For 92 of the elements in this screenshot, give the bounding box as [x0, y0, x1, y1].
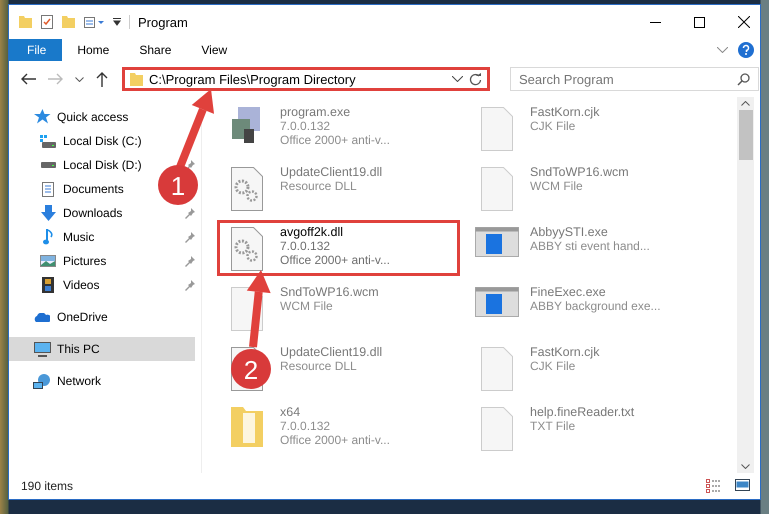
- file-detail: WCM File: [530, 179, 584, 193]
- file-detail: WCM File: [280, 299, 334, 313]
- step-number-badge: 2: [231, 349, 271, 389]
- nav-item[interactable]: Documents: [9, 177, 130, 201]
- file-name: avgoff2k.dll: [280, 225, 344, 239]
- nav-item[interactable]: OneDrive: [9, 305, 114, 329]
- scroll-thumb[interactable]: [738, 110, 752, 160]
- nav-item[interactable]: This PC: [9, 337, 195, 361]
- file-detail: 7.0.0.132: [280, 419, 332, 433]
- file-name: FastKorn.cjk: [530, 345, 600, 359]
- file-name: FineExec.exe: [530, 285, 607, 299]
- settings-file-icon: [231, 227, 263, 271]
- search-icon: [737, 73, 750, 86]
- scroll-up-icon[interactable]: [741, 101, 750, 106]
- file-name: program.exe: [280, 105, 352, 119]
- properties-icon[interactable]: [84, 16, 104, 28]
- pin-icon[interactable]: [185, 232, 195, 242]
- file-name: UpdateClient19.dll: [280, 345, 382, 359]
- file-detail: Office 2000+ anti-v...: [280, 133, 390, 147]
- globe-icon: [33, 374, 51, 388]
- window-icon: [475, 227, 519, 257]
- file-name: x64: [280, 405, 302, 419]
- star-icon: [33, 109, 51, 125]
- nav-item[interactable]: Music: [9, 225, 100, 249]
- search-field[interactable]: Search Program: [510, 67, 759, 91]
- cloud-icon: [33, 312, 51, 322]
- file-name: SndToWP16.wcm: [530, 165, 629, 179]
- file-detail: Office 2000+ anti-v...: [280, 253, 390, 267]
- nav-item[interactable]: Network: [9, 369, 108, 393]
- back-icon[interactable]: [21, 73, 36, 85]
- file-detail: CJK File: [530, 119, 576, 133]
- blank-file-icon: [481, 347, 513, 391]
- ribbon-tab[interactable]: Home: [62, 39, 124, 61]
- recent-dropdown-icon[interactable]: [75, 76, 84, 82]
- pin-icon[interactable]: [185, 208, 195, 218]
- file-item[interactable]: avgoff2k.dll 7.0.0.132 Office 2000+ anti-v...: [220, 223, 457, 273]
- pin-icon[interactable]: [185, 256, 195, 266]
- file-name: SndToWP16.wcm: [280, 285, 379, 299]
- ribbon-tab[interactable]: View: [186, 39, 242, 61]
- file-detail: CJK File: [530, 359, 576, 373]
- file-detail: ABBY background exe...: [530, 299, 661, 313]
- file-name: help.fineReader.txt: [530, 405, 634, 419]
- checklist-icon[interactable]: [41, 15, 53, 29]
- folder-icon: [130, 72, 143, 86]
- blank-file-icon: [481, 407, 513, 451]
- nav-item[interactable]: Quick access: [9, 105, 134, 129]
- file-detail: 7.0.0.132: [280, 119, 332, 133]
- ribbon-tab[interactable]: Share: [124, 39, 186, 61]
- help-icon[interactable]: [738, 42, 754, 58]
- dropdown-icon[interactable]: [113, 18, 121, 26]
- download-icon: [39, 205, 57, 221]
- blank-file-icon: [481, 107, 513, 151]
- settings-file-icon: [231, 167, 263, 211]
- monitor-icon: [33, 342, 51, 356]
- blank-file-icon: [481, 167, 513, 211]
- close-icon[interactable]: [738, 16, 750, 28]
- nav-item[interactable]: Downloads: [9, 201, 128, 225]
- drive-icon: [39, 162, 57, 168]
- details-view-icon[interactable]: [706, 479, 721, 493]
- folder-icon: [231, 407, 263, 447]
- item-count: 190 items: [21, 479, 74, 493]
- large-icons-view-icon[interactable]: [735, 479, 750, 493]
- address-bar[interactable]: C:\Program Files\Program Directory: [122, 67, 490, 91]
- refresh-icon[interactable]: [469, 72, 482, 86]
- file-detail: 7.0.0.132: [280, 239, 332, 253]
- scrollbar[interactable]: [737, 97, 754, 473]
- scroll-down-icon[interactable]: [741, 464, 750, 469]
- file-detail: Resource DLL: [280, 179, 358, 193]
- file-detail: TXT File: [530, 419, 576, 433]
- maximize-icon[interactable]: [694, 16, 705, 28]
- film-icon: [39, 277, 57, 293]
- window-icon: [475, 287, 519, 317]
- drive-icon: [39, 134, 57, 148]
- file-name: UpdateClient19.dll: [280, 165, 382, 179]
- file-name: AbbyySTI.exe: [530, 225, 609, 239]
- file-menu-button[interactable]: File: [9, 39, 62, 61]
- pin-icon[interactable]: [185, 280, 195, 290]
- window-title: Program: [138, 14, 189, 30]
- nav-item[interactable]: Local Disk (D:): [9, 153, 148, 177]
- program-icon: [232, 107, 262, 143]
- nav-item[interactable]: Videos: [9, 273, 106, 297]
- file-detail: Resource DLL: [280, 359, 358, 373]
- step-number-badge: 1: [158, 165, 198, 205]
- nav-item[interactable]: Pictures: [9, 249, 112, 273]
- file-name: FastKorn.cjk: [530, 105, 600, 119]
- file-detail: ABBY sti event hand...: [530, 239, 650, 253]
- nav-item[interactable]: Local Disk (C:): [9, 129, 148, 153]
- file-detail: Office 2000+ anti-v...: [280, 433, 390, 447]
- document-icon: [39, 182, 57, 196]
- up-icon[interactable]: [96, 72, 108, 86]
- chevron-icon[interactable]: [452, 76, 463, 82]
- picture-icon: [39, 255, 57, 267]
